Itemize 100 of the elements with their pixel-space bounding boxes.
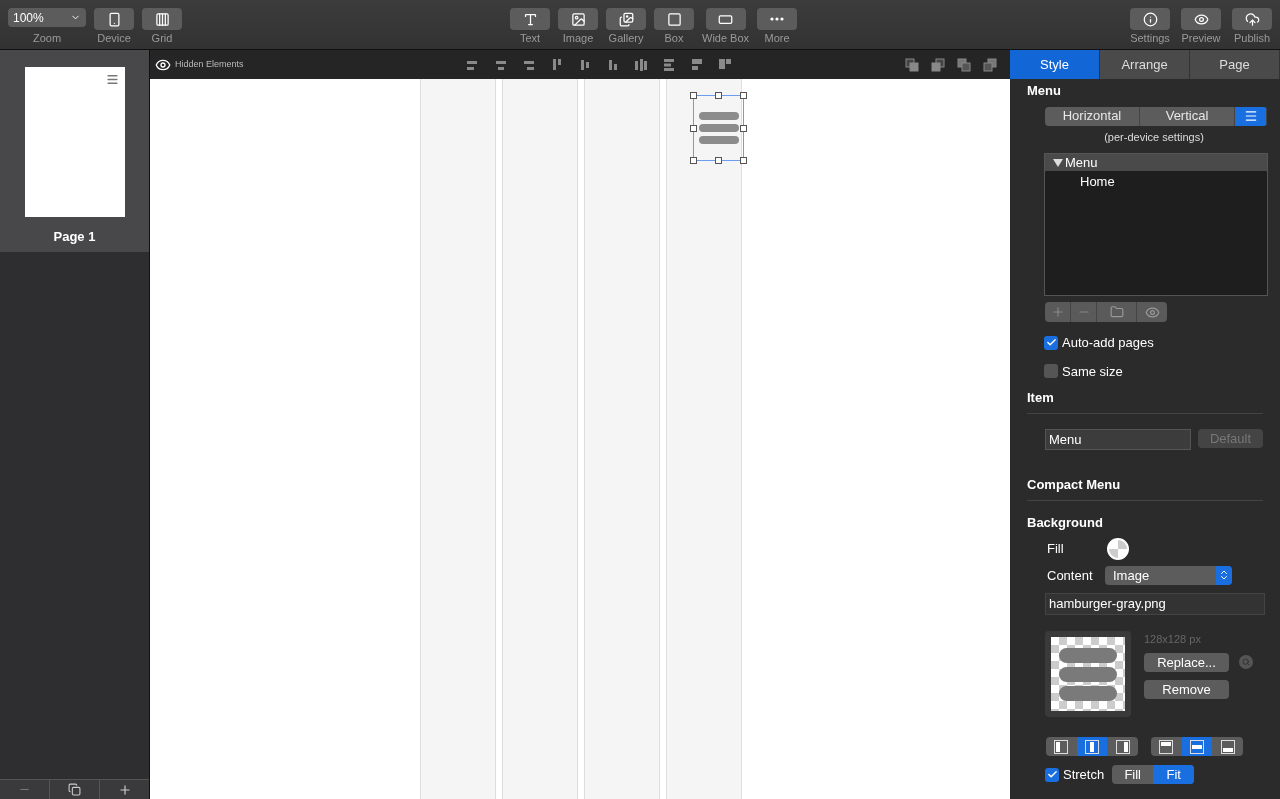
- plus-icon: [1050, 305, 1065, 319]
- toolbar-label: Wide Box: [702, 33, 750, 44]
- checkbox-label: Stretch: [1063, 766, 1105, 784]
- menu-element[interactable]: [693, 95, 744, 161]
- field-label: Content: [1047, 566, 1094, 585]
- send-to-back-icon[interactable]: [905, 57, 919, 72]
- fit-segment[interactable]: Fill: [1112, 765, 1154, 785]
- checkbox[interactable]: [1044, 335, 1058, 350]
- toolbar-button[interactable]: [705, 8, 746, 30]
- square-icon: [666, 11, 682, 27]
- item-name-field[interactable]: Menu: [1045, 428, 1191, 450]
- replace-button[interactable]: Replace...: [1144, 652, 1229, 672]
- page-item[interactable]: Page 1: [0, 50, 149, 252]
- hamburger-bar: [1059, 666, 1117, 682]
- toolbar-button[interactable]: [558, 8, 598, 30]
- toolbar-button[interactable]: [1232, 8, 1272, 30]
- toolbar-label: Text: [519, 33, 541, 44]
- checkbox[interactable]: [1044, 364, 1058, 379]
- toolbar-button[interactable]: [142, 8, 182, 30]
- bring-to-front-icon[interactable]: [983, 57, 997, 72]
- section-title: Compact Menu: [1027, 474, 1263, 501]
- toolbar-label: Box: [664, 33, 684, 44]
- plus-icon: [117, 782, 132, 797]
- image-size: 128x128 px: [1144, 632, 1202, 647]
- tree-row[interactable]: Menu: [1045, 154, 1267, 171]
- content-select[interactable]: Image: [1105, 565, 1232, 585]
- page-label: Page 1: [53, 228, 96, 246]
- align-center-icon: [1085, 739, 1099, 754]
- toolbar-label: More: [764, 33, 790, 44]
- resize-handle[interactable]: [740, 92, 747, 99]
- tree-item[interactable]: Home: [1045, 171, 1267, 193]
- menu-layout-button[interactable]: [1235, 106, 1267, 126]
- toolbar-label: Grid: [151, 33, 173, 44]
- resize-handle[interactable]: [715, 92, 722, 99]
- align-bottom-icon: [1220, 739, 1235, 754]
- columns-icon: [154, 11, 170, 27]
- copy-icon: [68, 783, 81, 796]
- same-width-icon[interactable]: [689, 57, 704, 72]
- resize-handle[interactable]: [690, 92, 697, 99]
- gallery-icon: [618, 11, 634, 27]
- alignment-toggle[interactable]: [1076, 737, 1108, 756]
- fit-segment[interactable]: Fit: [1153, 765, 1195, 785]
- toolbar-button[interactable]: [1130, 8, 1170, 30]
- toolbar-button[interactable]: [757, 8, 798, 30]
- hamburger-bar: [1059, 685, 1117, 701]
- text-icon: [522, 11, 538, 27]
- eye-icon: [1193, 11, 1209, 27]
- hamburger-bar: [698, 136, 739, 144]
- checkbox-label: Same size: [1062, 362, 1123, 381]
- align-right-icon: [1115, 739, 1130, 754]
- toolbar-button[interactable]: [606, 8, 646, 30]
- resize-handle[interactable]: [740, 125, 747, 132]
- remove-button[interactable]: Remove: [1144, 679, 1229, 699]
- menu-icon: [105, 73, 119, 86]
- menu-icon: [1243, 109, 1258, 123]
- toolbar-label: Publish: [1233, 33, 1271, 44]
- send-backward-icon[interactable]: [957, 57, 971, 72]
- cloud-upload-icon: [1244, 11, 1260, 27]
- resize-handle[interactable]: [690, 157, 697, 164]
- align-top-icon: [1159, 739, 1174, 754]
- info-icon: [1142, 11, 1158, 27]
- distribute-vertical-icon[interactable]: [661, 57, 676, 72]
- resize-handle[interactable]: [715, 157, 722, 164]
- section-title: Menu: [1027, 82, 1062, 100]
- checkbox-label: Auto-add pages: [1062, 334, 1154, 352]
- phone-icon: [106, 11, 122, 27]
- resize-handle[interactable]: [690, 125, 697, 132]
- layout-segment[interactable]: Horizontal: [1045, 106, 1140, 126]
- inspector-tab[interactable]: Style: [1010, 50, 1100, 79]
- section-title: Item: [1027, 388, 1263, 414]
- toolbar-label: Settings: [1130, 33, 1170, 44]
- toolbar-button[interactable]: [1181, 8, 1221, 30]
- inspector-tab[interactable]: Arrange: [1100, 50, 1190, 79]
- resize-handle[interactable]: [740, 157, 747, 164]
- align-middle-icon: [1190, 739, 1204, 754]
- inspector-tab[interactable]: Page: [1190, 50, 1280, 79]
- image-icon: [570, 11, 586, 27]
- filename-field: hamburger-gray.png: [1045, 593, 1265, 615]
- fill-swatch[interactable]: [1107, 537, 1129, 560]
- more-icon: [770, 17, 785, 21]
- same-height-icon[interactable]: [717, 57, 732, 72]
- bring-forward-icon[interactable]: [931, 57, 945, 72]
- eye-icon: [1144, 304, 1160, 320]
- toolbar-button[interactable]: [94, 8, 134, 30]
- alignment-toggle[interactable]: [1181, 737, 1213, 756]
- zoom-select[interactable]: 100%: [8, 8, 86, 27]
- stepper-icon: [1216, 565, 1232, 585]
- toolbar-label: Device: [97, 33, 131, 44]
- hidden-elements-button[interactable]: Hidden Elements: [155, 56, 244, 73]
- toolbar-button[interactable]: [654, 8, 694, 30]
- section-title: Background: [1027, 514, 1104, 532]
- toolbar-label: Zoom: [32, 33, 62, 44]
- hamburger-bar: [698, 112, 739, 120]
- disclosure-down-icon[interactable]: [1053, 158, 1063, 167]
- distribute-horizontal-icon[interactable]: [633, 57, 648, 72]
- tree-label: Menu: [1065, 153, 1098, 172]
- toolbar-button[interactable]: [510, 8, 550, 30]
- toolbar-label: Preview: [1181, 33, 1221, 44]
- toolbar-label: Gallery: [608, 33, 644, 44]
- checkbox[interactable]: [1045, 767, 1059, 782]
